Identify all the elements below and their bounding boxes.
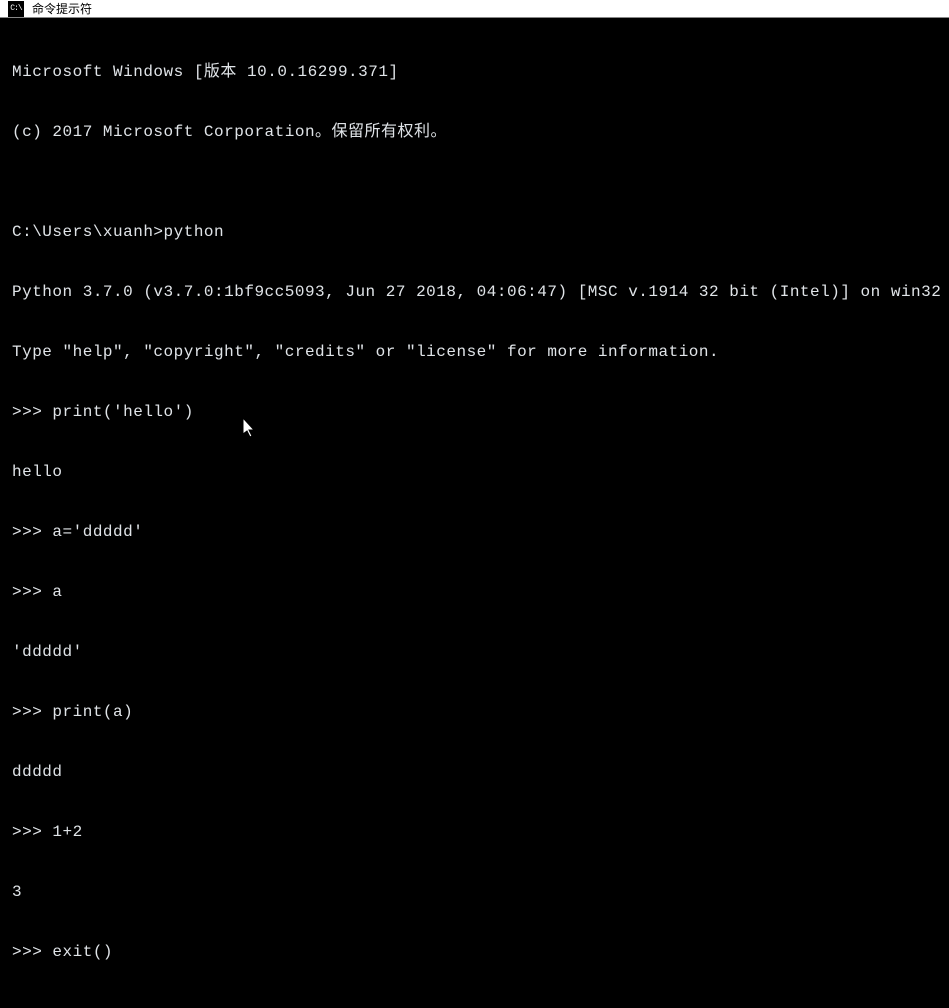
terminal-line: Microsoft Windows [版本 10.0.16299.371]	[12, 62, 937, 82]
terminal-line: Type "help", "copyright", "credits" or "…	[12, 342, 937, 362]
terminal-line: 'ddddd'	[12, 642, 937, 662]
terminal-line: >>> a='ddddd'	[12, 522, 937, 542]
terminal-line: C:\Users\xuanh>python	[12, 222, 937, 242]
terminal-line: >>> print(a)	[12, 702, 937, 722]
terminal-line: 3	[12, 882, 937, 902]
terminal-line: Python 3.7.0 (v3.7.0:1bf9cc5093, Jun 27 …	[12, 282, 937, 302]
terminal-line: >>> exit()	[12, 942, 937, 962]
terminal-line: (c) 2017 Microsoft Corporation。保留所有权利。	[12, 122, 937, 142]
terminal-line: hello	[12, 462, 937, 482]
terminal-line: >>> 1+2	[12, 822, 937, 842]
terminal-line: >>> print('hello')	[12, 402, 937, 422]
window-title: 命令提示符	[32, 0, 92, 17]
mouse-cursor-icon	[243, 418, 259, 440]
cmd-icon: C:\	[8, 1, 24, 17]
terminal-line: >>> a	[12, 582, 937, 602]
terminal-line: ddddd	[12, 762, 937, 782]
command-prompt-window: C:\ 命令提示符 Microsoft Windows [版本 10.0.162…	[0, 0, 949, 504]
titlebar[interactable]: C:\ 命令提示符	[0, 0, 949, 18]
terminal-area[interactable]: Microsoft Windows [版本 10.0.16299.371] (c…	[0, 18, 949, 1008]
